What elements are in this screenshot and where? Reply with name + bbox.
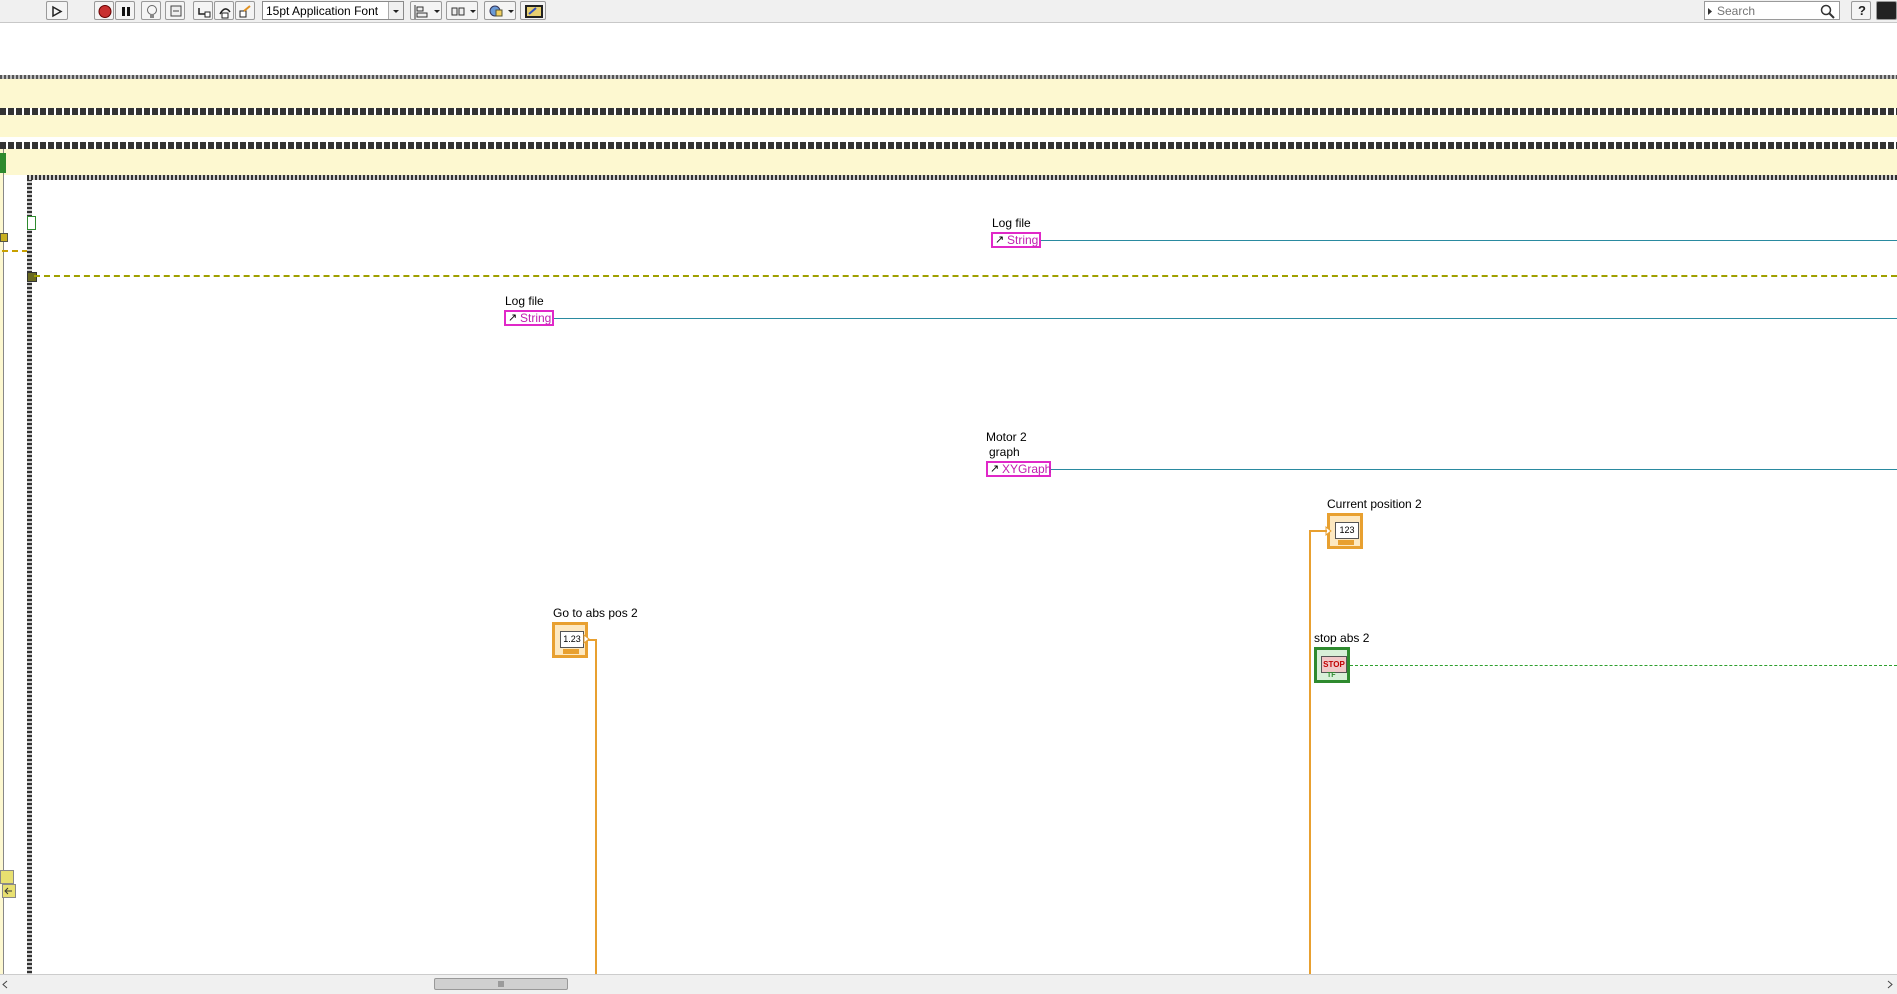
distribute-objects-icon — [451, 7, 476, 16]
diagram-top-whitespace — [0, 23, 1897, 75]
log-file-label-2: Log file — [505, 294, 544, 308]
log-file-string-ref-1[interactable]: ↗ String — [991, 232, 1041, 248]
step-out-button[interactable] — [235, 1, 255, 20]
search-input[interactable] — [1717, 3, 1817, 18]
string-wire-1 — [1041, 240, 1897, 241]
boolean-tunnel — [27, 272, 37, 282]
boolean-tunnel-wire — [2, 250, 28, 252]
reorder-icon — [489, 5, 514, 17]
inner-loop-left-border — [27, 175, 32, 974]
numeric-wire-current-v — [1309, 530, 1311, 974]
grip-icon — [498, 981, 504, 987]
horizontal-scrollbar[interactable] — [0, 974, 1897, 994]
boolean-wire-stop — [1350, 665, 1897, 666]
tunnel-terminal-2 — [0, 870, 14, 884]
numeric-wire-goto-v — [595, 639, 597, 974]
font-selector-label: 15pt Application Font — [266, 4, 379, 18]
stop-abs-control[interactable]: STOP TF — [1314, 647, 1350, 683]
log-file-ref-text-1: String — [1007, 233, 1039, 247]
toolbar: 15pt Application Font ? — [0, 0, 1897, 23]
clean-up-diagram-button[interactable] — [520, 1, 546, 20]
scroll-left-icon[interactable] — [0, 976, 10, 993]
stop-abs-tf-tag: TF — [1327, 672, 1336, 679]
distribute-objects-button[interactable] — [446, 1, 478, 20]
inner-loop-top-border — [27, 175, 1897, 180]
vi-icon — [1876, 1, 1897, 20]
string-wire-2 — [554, 318, 1897, 319]
motor-graph-xygraph-ref[interactable]: ↗ XYGraph — [986, 461, 1051, 477]
horizontal-scroll-thumb[interactable] — [434, 978, 568, 990]
run-arrow-icon — [52, 5, 63, 18]
case-selector-tunnel — [27, 216, 36, 230]
motor-graph-label-line2: graph — [989, 445, 1020, 459]
outer-structure-band — [0, 79, 1897, 108]
log-file-string-ref-2[interactable]: ↗ String — [504, 310, 554, 326]
sequence-frame-border-1 — [0, 108, 1897, 115]
step-into-button[interactable] — [193, 1, 213, 20]
log-file-ref-text-2: String — [520, 311, 552, 325]
sequence-frame-band — [0, 115, 1897, 137]
current-position-value: 123 — [1335, 522, 1359, 539]
goto-abs-label: Go to abs pos 2 — [553, 606, 638, 620]
step-into-icon — [198, 8, 211, 18]
stop-abs-value: STOP — [1321, 656, 1347, 673]
search-icon — [1820, 4, 1835, 19]
reference-arrow-icon: ↗ — [508, 312, 518, 324]
run-arrow-button[interactable] — [46, 1, 68, 20]
sequence-frame-border-2 — [0, 142, 1897, 149]
context-help-button[interactable]: ? — [1851, 1, 1871, 20]
help-icon: ? — [1858, 3, 1866, 18]
motor-graph-ref-text: XYGraph — [1002, 462, 1052, 476]
goto-abs-value: 1.23 — [560, 631, 584, 648]
scroll-right-icon[interactable] — [1885, 976, 1895, 993]
align-objects-button[interactable] — [410, 1, 442, 20]
inner-loop-structure — [27, 175, 1897, 974]
probe-icon — [170, 5, 182, 17]
numeric-wire-current-h — [1309, 530, 1327, 532]
reference-arrow-icon: ↗ — [990, 463, 1000, 475]
retain-wire-values-button[interactable] — [165, 1, 185, 20]
step-over-icon — [219, 8, 231, 19]
left-structure-rail — [0, 149, 4, 974]
font-selector[interactable]: 15pt Application Font — [262, 1, 404, 20]
chevron-down-icon — [388, 2, 403, 19]
align-objects-icon — [414, 5, 440, 19]
xygraph-wire — [1051, 469, 1897, 470]
pause-icon — [122, 7, 130, 16]
search-box[interactable] — [1704, 1, 1840, 20]
search-expand-icon — [1708, 8, 1712, 15]
log-file-label-1: Log file — [992, 216, 1031, 230]
dbl-tag — [563, 649, 579, 654]
pause-button[interactable] — [115, 1, 135, 20]
dbl-tag — [1338, 540, 1354, 545]
reference-arrow-icon: ↗ — [995, 234, 1005, 246]
step-out-icon — [239, 5, 251, 18]
reorder-button[interactable] — [484, 1, 516, 20]
motor-graph-label-line1: Motor 2 — [986, 430, 1027, 444]
current-position-label: Current position 2 — [1327, 497, 1422, 511]
boolean-wire — [34, 275, 1897, 277]
shift-register-arrow-icon — [2, 884, 16, 898]
stop-abs-label: stop abs 2 — [1314, 631, 1370, 645]
lightbulb-icon — [147, 5, 157, 18]
abort-button[interactable] — [94, 1, 114, 20]
inner-structure-band — [0, 149, 1897, 175]
shift-register-terminal — [0, 153, 6, 173]
clean-up-icon — [525, 5, 543, 18]
tunnel-terminal-1 — [0, 233, 8, 242]
step-over-button[interactable] — [214, 1, 234, 20]
stop-circle-icon — [98, 5, 112, 18]
highlight-execution-button[interactable] — [141, 1, 161, 20]
